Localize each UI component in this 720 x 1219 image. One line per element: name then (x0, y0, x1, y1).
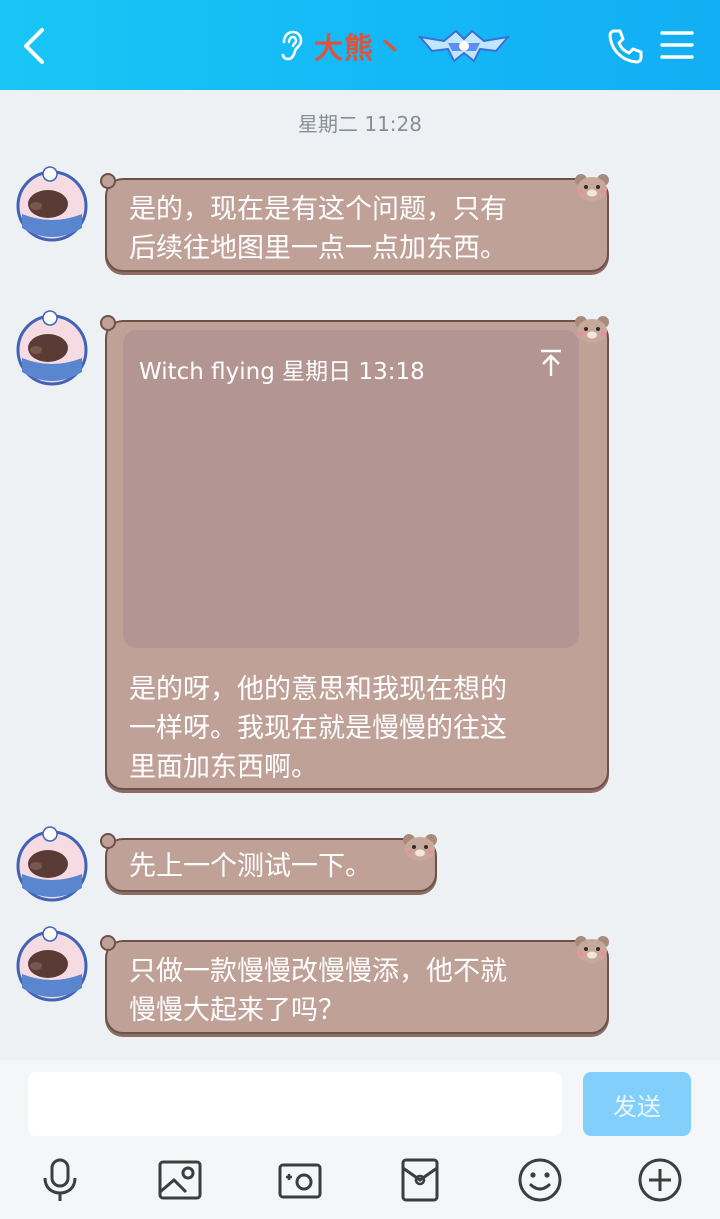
emoji-icon[interactable] (516, 1156, 564, 1204)
bubble-ear-decoration (100, 833, 116, 849)
message-text-line: 是的，现在是有这个问题，只有 (129, 194, 507, 225)
camera-icon[interactable] (276, 1156, 324, 1204)
message-text-line: 里面加东西啊。 (129, 752, 318, 783)
message-timestamp: 星期二 11:28 (298, 112, 422, 136)
bear-face-icon (575, 316, 609, 343)
bubble-ear-decoration (100, 173, 116, 189)
message-text-line: 先上一个测试一下。 (129, 851, 372, 882)
bubble-ear-decoration (100, 935, 116, 951)
message-bubble[interactable]: 只做一款慢慢改慢慢添，他不就 慢慢大起来了吗？ (100, 935, 609, 1034)
send-button[interactable]: 发送 (583, 1072, 691, 1136)
message-text-line: 一样呀。我现在就是慢慢的往这 (129, 713, 507, 744)
message-text-line: 后续往地图里一点一点加东西。 (129, 233, 507, 264)
message-bubble[interactable]: Witch flying 星期日 13:18 是的呀，他的意思和我现在想的 一样… (100, 315, 609, 790)
jump-to-original-icon[interactable] (539, 348, 563, 378)
message-bubble[interactable]: 先上一个测试一下。 (100, 833, 437, 892)
plus-icon[interactable] (636, 1156, 684, 1204)
avatar[interactable] (14, 310, 90, 386)
vip-badge-icon (418, 29, 511, 63)
chat-header: 大熊 丶 (0, 0, 720, 90)
quoted-message[interactable]: Witch flying 星期日 13:18 (123, 330, 579, 648)
menu-icon[interactable] (660, 28, 694, 62)
bubble-ear-decoration (100, 315, 116, 331)
microphone-icon[interactable] (36, 1156, 84, 1204)
message-text-line: 慢慢大起来了吗？ (129, 995, 345, 1026)
avatar[interactable] (14, 926, 90, 1002)
ear-icon (281, 30, 303, 61)
message-text-line: 是的呀，他的意思和我现在想的 (129, 674, 507, 705)
chat-title: 大熊 (314, 31, 375, 65)
image-icon[interactable] (156, 1156, 204, 1204)
phone-icon[interactable] (605, 26, 645, 66)
input-bar: 发送 (0, 1060, 720, 1219)
avatar[interactable] (14, 166, 90, 242)
back-arrow-icon[interactable] (18, 26, 54, 66)
message-input[interactable] (28, 1072, 562, 1136)
avatar[interactable] (14, 826, 90, 902)
quoted-author-time: Witch flying 星期日 13:18 (139, 359, 425, 385)
chat-title-group[interactable]: 大熊 丶 (278, 26, 511, 66)
message-text-line: 只做一款慢慢改慢慢添，他不就 (129, 956, 507, 987)
red-packet-icon[interactable] (396, 1156, 444, 1204)
message-bubble[interactable]: 是的，现在是有这个问题，只有 后续往地图里一点一点加东西。 (100, 173, 609, 272)
chat-title-mark: 丶 (376, 31, 405, 64)
